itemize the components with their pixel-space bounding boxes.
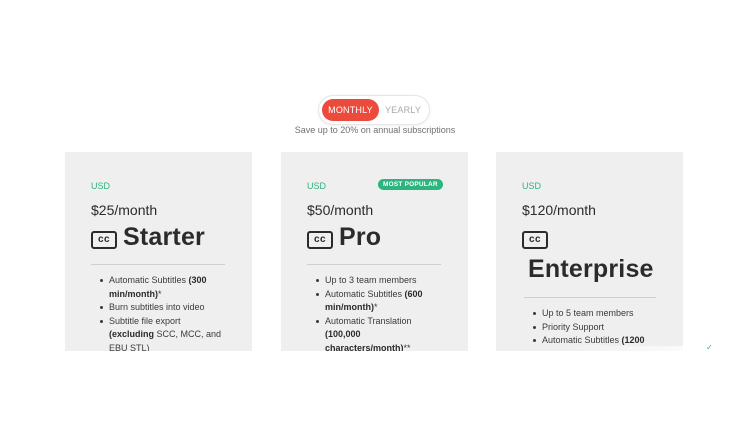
monthly-toggle-button[interactable]: MONTHLY	[322, 99, 379, 121]
plan-price: $50/month	[307, 202, 373, 218]
plan-title: cc Starter	[91, 223, 205, 252]
plan-price: $25/month	[91, 202, 157, 218]
overlay-fade	[560, 346, 710, 352]
price-period: /month	[330, 202, 374, 218]
feature-item: Priority Support	[532, 321, 657, 335]
plan-name: Enterprise	[528, 255, 654, 283]
plan-card-pro: USD MOST POPULAR $50/month cc Pro Up to …	[281, 152, 468, 351]
plan-name: Starter	[123, 223, 205, 251]
divider	[307, 264, 441, 265]
plan-card-starter: USD $25/month cc Starter Automatic Subti…	[65, 152, 252, 351]
billing-period-toggle[interactable]: MONTHLY YEARLY	[319, 96, 429, 124]
feature-list: Up to 5 team members Priority Support Au…	[532, 307, 657, 348]
cc-icon: cc	[522, 231, 548, 249]
plan-title: cc Enterprise	[522, 231, 653, 283]
feature-item: Automatic Translation (100,000 character…	[315, 315, 440, 351]
divider	[524, 297, 656, 298]
most-popular-badge: MOST POPULAR	[378, 179, 443, 190]
currency-label: USD	[307, 181, 327, 191]
annual-savings-note: Save up to 20% on annual subscriptions	[294, 125, 456, 135]
plan-price: $120/month	[522, 202, 596, 218]
price-amount: $50	[307, 202, 331, 218]
feature-item: Up to 3 team members	[315, 274, 440, 288]
feature-list: Automatic Subtitles (300 min/month)* Bur…	[99, 274, 224, 351]
check-icon: ✓	[706, 343, 713, 352]
feature-item: Up to 5 team members	[532, 307, 657, 321]
plan-title: cc Pro	[307, 223, 381, 252]
cc-icon: cc	[307, 230, 333, 249]
price-period: /month	[114, 202, 158, 218]
price-amount: $120	[522, 202, 554, 218]
feature-list: Up to 3 team members Automatic Subtitles…	[315, 274, 440, 351]
feature-item: Subtitle file export (excluding SCC, MCC…	[99, 315, 224, 351]
feature-item: Automatic Subtitles (300 min/month)*	[99, 274, 224, 301]
currency-label: USD	[91, 181, 111, 191]
currency-label: USD	[522, 181, 542, 191]
feature-item: Automatic Subtitles (600 min/month)*	[315, 288, 440, 315]
plan-name: Pro	[339, 223, 382, 251]
cc-icon: cc	[91, 230, 117, 249]
yearly-toggle-button[interactable]: YEARLY	[381, 99, 425, 121]
feature-item: Burn subtitles into video	[99, 301, 224, 315]
divider	[91, 264, 225, 265]
price-period: /month	[553, 202, 596, 218]
plan-card-enterprise: USD $120/month cc Enterprise Up to 5 tea…	[496, 152, 683, 351]
price-amount: $25	[91, 202, 115, 218]
